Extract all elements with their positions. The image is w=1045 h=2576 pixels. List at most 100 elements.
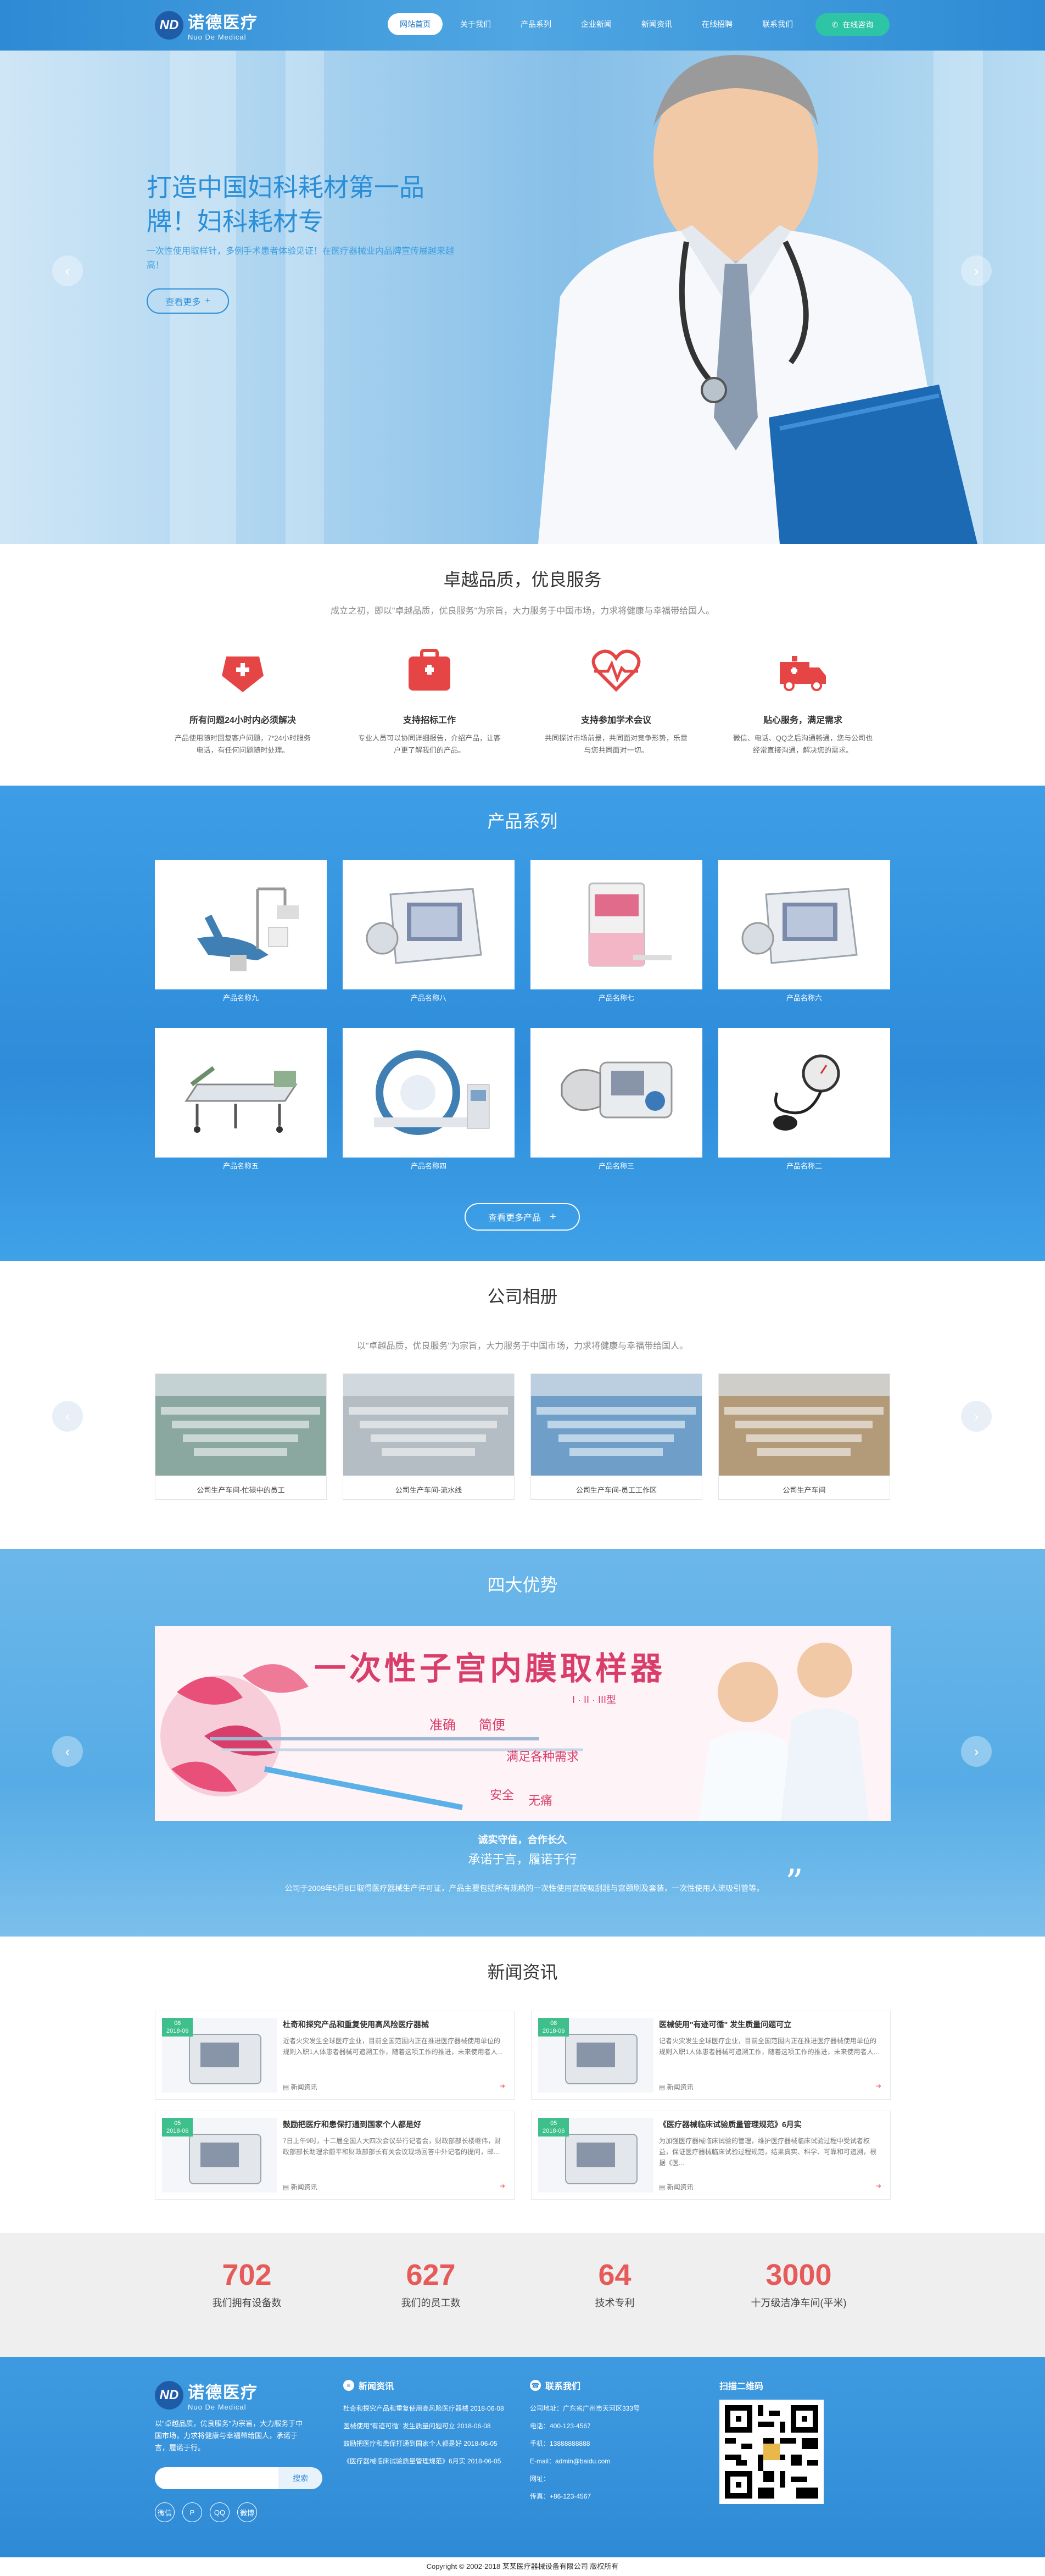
news-card[interactable]: 05 2018-06 鼓励把医疗和患保打通到国家个人都是好 7日上午9时，十二届全国人… — [155, 2111, 515, 2200]
nav-company-news[interactable]: 企业新闻 — [569, 13, 624, 35]
news-excerpt: 记者火灾发生全球医疗企业，目前全国范围内正在推进医疗器械使用单位的规则入职1人体… — [659, 2037, 879, 2056]
products-title: 产品系列 — [487, 811, 558, 831]
product-image[interactable] — [343, 860, 515, 989]
arrow-right-icon[interactable]: ➔ — [876, 2182, 881, 2191]
advantage-slogan: 诚实守信，合作长久 — [478, 1834, 567, 1845]
product-card[interactable]: 产品名称三 — [530, 1028, 702, 1175]
footer-news-link[interactable]: 杜奇和探究产品和重复使用高风险医疗器械 2018-06-08 — [343, 2400, 513, 2417]
album-next-arrow[interactable]: › — [961, 1401, 992, 1432]
contact-website[interactable]: 网址： — [530, 2470, 695, 2488]
album-caption[interactable]: 公司生产车间-忙碌中的员工 — [155, 1478, 326, 1502]
nav-jobs[interactable]: 在线招聘 — [690, 13, 745, 35]
album-photo[interactable] — [155, 1374, 326, 1476]
hero-more-button[interactable]: 查看更多 + — [147, 288, 229, 314]
product-image[interactable] — [155, 860, 327, 989]
hero-next-arrow[interactable]: › — [961, 255, 992, 286]
album-card[interactable]: 公司生产车间-忙碌中的员工 — [155, 1373, 327, 1500]
album-card[interactable]: 公司生产车间 — [718, 1373, 890, 1500]
weibo-icon[interactable]: 微博 — [237, 2502, 257, 2522]
news-card[interactable]: 08 2018-06 杜奇和探究产品和重复使用高风险医疗器械 近者火灾发生全球医疗企业… — [155, 2011, 515, 2100]
stat-number: 702 — [222, 2258, 272, 2291]
nav-home[interactable]: 网站首页 — [388, 13, 443, 35]
product-image[interactable] — [343, 1028, 515, 1158]
news-thumbnail[interactable]: 05 2018-06 — [162, 2118, 277, 2193]
doc-icon: ▤ — [283, 2083, 291, 2091]
album-photo[interactable] — [719, 1374, 890, 1476]
footer-news-link[interactable]: 鼓励把医疗和患保打通到国家个人都是好 2018-06-05 — [343, 2435, 513, 2452]
online-consult-label: 在线咨询 — [842, 20, 874, 29]
product-card[interactable]: 产品名称六 — [718, 860, 890, 1007]
stat-number: 3000 — [765, 2258, 832, 2291]
album-caption[interactable]: 公司生产车间-流水线 — [343, 1478, 514, 1502]
plus-icon: + — [205, 296, 210, 305]
banner-tag: 准确 — [429, 1718, 456, 1733]
more-products-button[interactable]: 查看更多产品 + — [465, 1203, 580, 1231]
album-card[interactable]: 公司生产车间-流水线 — [343, 1373, 515, 1500]
product-name[interactable]: 产品名称三 — [530, 1158, 702, 1175]
logo-mark: ND — [155, 10, 183, 40]
wechat-icon[interactable]: 微信 — [155, 2502, 175, 2522]
nav-news[interactable]: 新闻资讯 — [629, 13, 684, 35]
product-card[interactable]: 产品名称二 — [718, 1028, 890, 1175]
nav-about[interactable]: 关于我们 — [448, 13, 503, 35]
product-card[interactable]: 产品名称九 — [155, 860, 327, 1007]
news-thumbnail[interactable]: 08 2018-06 — [538, 2018, 653, 2093]
album-card[interactable]: 公司生产车间-员工工作区 — [530, 1373, 702, 1500]
product-image[interactable] — [718, 1028, 890, 1158]
search-input[interactable] — [155, 2467, 278, 2489]
product-name[interactable]: 产品名称四 — [343, 1158, 515, 1175]
product-name[interactable]: 产品名称五 — [155, 1158, 327, 1175]
arrow-right-icon[interactable]: ➔ — [500, 2082, 505, 2091]
news-title[interactable]: 鼓励把医疗和患保打通到国家个人都是好 — [283, 2119, 505, 2130]
product-image[interactable] — [530, 1028, 702, 1158]
product-name[interactable]: 产品名称二 — [718, 1158, 890, 1175]
footer-news-link[interactable]: 医械使用"有迹可循" 发生质量问题可立 2018-06-08 — [343, 2417, 513, 2435]
album-photo[interactable] — [531, 1374, 702, 1476]
arrow-right-icon[interactable]: ➔ — [500, 2182, 505, 2191]
advantage-prev-arrow[interactable]: ‹ — [52, 1736, 83, 1767]
plus-icon: + — [550, 1210, 556, 1223]
product-card[interactable]: 产品名称五 — [155, 1028, 327, 1175]
product-name[interactable]: 产品名称八 — [343, 989, 515, 1007]
online-consult-button[interactable]: ✆ 在线咨询 — [815, 13, 890, 36]
news-title[interactable]: 杜奇和探究产品和重复使用高风险医疗器械 — [283, 2019, 505, 2030]
nav-contact[interactable]: 联系我们 — [750, 13, 805, 35]
more-products-label: 查看更多产品 — [488, 1214, 541, 1223]
news-card[interactable]: 05 2018-06 《医疗器械临床试验质量管理规范》6月实 为加强医疗器械临床试验的… — [531, 2111, 891, 2200]
product-image[interactable] — [155, 1028, 327, 1158]
contact-email[interactable]: E-mail：admin@baidu.com — [530, 2452, 695, 2470]
pinterest-icon[interactable]: P — [182, 2502, 202, 2522]
nav-products[interactable]: 产品系列 — [508, 13, 563, 35]
chevron-right-icon: › — [974, 1743, 979, 1760]
banner-tag: 简便 — [479, 1718, 505, 1733]
qq-icon[interactable]: QQ — [210, 2502, 230, 2522]
search-button[interactable]: 搜索 — [278, 2467, 322, 2489]
news-thumbnail[interactable]: 05 2018-06 — [538, 2118, 653, 2193]
album-photo[interactable] — [343, 1374, 514, 1476]
product-image[interactable] — [530, 860, 702, 989]
news-title[interactable]: 《医疗器械临床试验质量管理规范》6月实 — [659, 2119, 881, 2130]
news-title[interactable]: 医械使用"有迹可循" 发生质量问题可立 — [659, 2019, 881, 2030]
news-thumbnail[interactable]: 08 2018-06 — [162, 2018, 277, 2093]
product-image[interactable] — [718, 860, 890, 989]
footer-logo[interactable]: ND 诺德医疗 Nuo De Medical — [155, 2379, 322, 2411]
chevron-left-icon: ‹ — [65, 1743, 70, 1760]
product-card[interactable]: 产品名称八 — [343, 860, 515, 1007]
arrow-right-icon[interactable]: ➔ — [876, 2082, 881, 2091]
ambulance-icon — [780, 656, 826, 691]
product-name[interactable]: 产品名称九 — [155, 989, 327, 1007]
album-prev-arrow[interactable]: ‹ — [52, 1401, 83, 1432]
site-logo[interactable]: ND 诺德医疗 Nuo De Medical — [155, 9, 258, 41]
hero-bg-pillar — [286, 51, 324, 544]
product-card[interactable]: 产品名称四 — [343, 1028, 515, 1175]
album-caption[interactable]: 公司生产车间 — [719, 1478, 890, 1502]
product-name[interactable]: 产品名称六 — [718, 989, 890, 1007]
footer-news-link[interactable]: 《医疗器械临床试验质量管理规范》6月实 2018-06-05 — [343, 2452, 513, 2470]
product-card[interactable]: 产品名称七 — [530, 860, 702, 1007]
product-name[interactable]: 产品名称七 — [530, 989, 702, 1007]
album-caption[interactable]: 公司生产车间-员工工作区 — [531, 1478, 702, 1502]
news-card[interactable]: 08 2018-06 医械使用"有迹可循" 发生质量问题可立记者火灾发生全球医疗企业… — [531, 2011, 891, 2100]
service-item: 贴心服务，满足需求 微信、电话、QQ之后沟通畅通，您与公司也经常直接沟通，解决您… — [715, 643, 891, 756]
hero-prev-arrow[interactable]: ‹ — [52, 255, 83, 286]
advantage-next-arrow[interactable]: › — [961, 1736, 992, 1767]
